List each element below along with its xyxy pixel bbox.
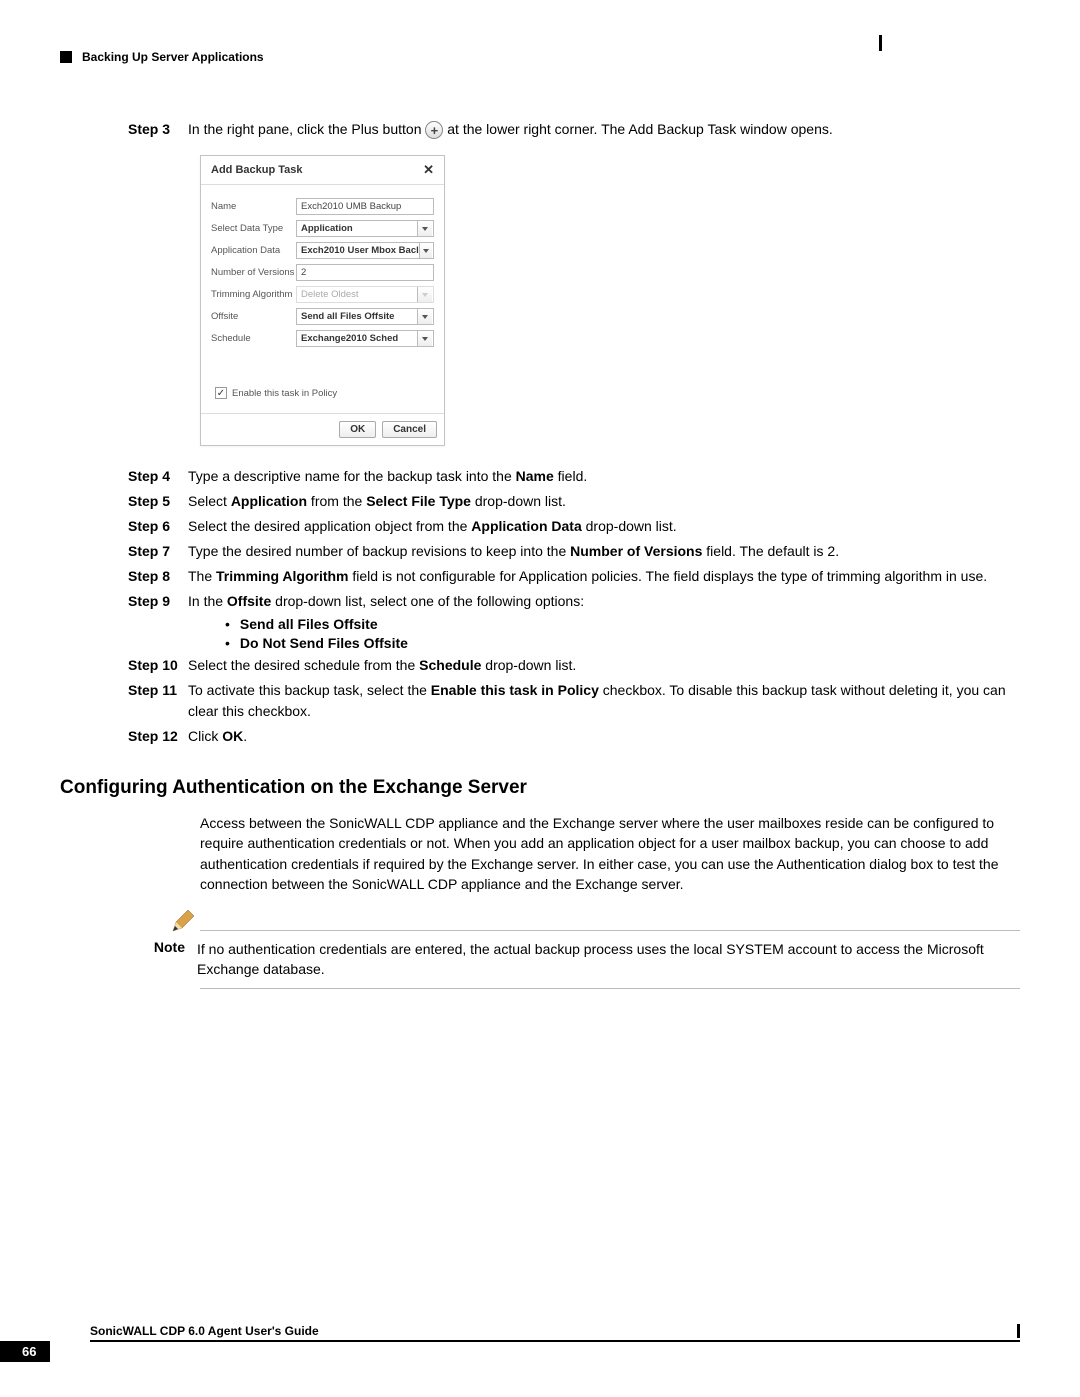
select-data-type-dropdown[interactable]: Application <box>296 220 434 237</box>
name-label: Name <box>211 201 296 212</box>
enable-policy-row: ✓ Enable this task in Policy <box>215 387 434 399</box>
list-item: •Do Not Send Files Offsite <box>225 635 1020 651</box>
step-label: Step 12 <box>128 726 188 747</box>
number-versions-label: Number of Versions <box>211 267 296 278</box>
trimming-dropdown: Delete Oldest <box>296 286 434 303</box>
schedule-label: Schedule <box>211 333 296 344</box>
step-11: Step 11 To activate this backup task, se… <box>128 680 1020 722</box>
note-rule-top <box>200 930 1020 931</box>
chevron-down-icon <box>417 331 432 346</box>
list-item: •Send all Files Offsite <box>225 616 1020 632</box>
chevron-down-icon <box>419 243 432 258</box>
header-square-icon <box>60 51 72 63</box>
enable-policy-checkbox[interactable]: ✓ <box>215 387 227 399</box>
footer-crop-mark <box>1017 1324 1020 1338</box>
offsite-label: Offsite <box>211 311 296 322</box>
dialog-titlebar: Add Backup Task ✕ <box>201 156 444 185</box>
step-12: Step 12 Click OK. <box>128 726 1020 747</box>
offsite-options-list: •Send all Files Offsite •Do Not Send Fil… <box>225 616 1020 651</box>
step-text: In the right pane, click the Plus button… <box>188 119 1020 140</box>
step-label: Step 3 <box>128 119 188 140</box>
step-label: Step 5 <box>128 491 188 512</box>
schedule-dropdown[interactable]: Exchange2010 Sched <box>296 330 434 347</box>
step-text: The Trimming Algorithm field is not conf… <box>188 566 1020 587</box>
step3-text-after: at the lower right corner. The Add Backu… <box>447 121 833 137</box>
note-block: Note If no authentication credentials ar… <box>140 908 1020 989</box>
step-8: Step 8 The Trimming Algorithm field is n… <box>128 566 1020 587</box>
step-text: Click OK. <box>188 726 1020 747</box>
application-data-label: Application Data <box>211 245 296 256</box>
note-rule-bottom <box>200 988 1020 989</box>
step-10: Step 10 Select the desired schedule from… <box>128 655 1020 676</box>
dialog-body: Name Exch2010 UMB Backup Select Data Typ… <box>201 185 444 413</box>
step-text: In the Offsite drop-down list, select on… <box>188 591 1020 612</box>
select-data-type-label: Select Data Type <box>211 223 296 234</box>
page-footer: SonicWALL CDP 6.0 Agent User's Guide 66 <box>0 1324 1020 1362</box>
step-6: Step 6 Select the desired application ob… <box>128 516 1020 537</box>
step-text: To activate this backup task, select the… <box>188 680 1020 722</box>
step-3: Step 3 In the right pane, click the Plus… <box>128 119 1020 140</box>
page-number: 66 <box>0 1341 50 1362</box>
enable-policy-label: Enable this task in Policy <box>232 388 337 399</box>
chapter-header: Backing Up Server Applications <box>60 50 1020 64</box>
cancel-button[interactable]: Cancel <box>382 421 437 438</box>
application-data-dropdown[interactable]: Exch2010 User Mbox Bacl <box>296 242 434 259</box>
offsite-dropdown[interactable]: Send all Files Offsite <box>296 308 434 325</box>
pencil-icon <box>170 908 196 934</box>
step-label: Step 6 <box>128 516 188 537</box>
dialog-title: Add Backup Task <box>211 164 303 176</box>
step-4: Step 4 Type a descriptive name for the b… <box>128 466 1020 487</box>
step-5: Step 5 Select Application from the Selec… <box>128 491 1020 512</box>
step-label: Step 4 <box>128 466 188 487</box>
ok-button[interactable]: OK <box>339 421 376 438</box>
step-label: Step 11 <box>128 680 188 722</box>
plus-icon: + <box>425 121 443 139</box>
guide-title: SonicWALL CDP 6.0 Agent User's Guide <box>90 1324 1020 1342</box>
add-backup-task-dialog: Add Backup Task ✕ Name Exch2010 UMB Back… <box>200 155 445 446</box>
close-icon[interactable]: ✕ <box>423 162 434 178</box>
trimming-label: Trimming Algorithm <box>211 289 296 300</box>
step-label: Step 9 <box>128 591 188 612</box>
step-text: Select the desired application object fr… <box>188 516 1020 537</box>
number-versions-field[interactable]: 2 <box>296 264 434 281</box>
chevron-down-icon <box>417 221 432 236</box>
note-text: If no authentication credentials are ent… <box>197 939 1020 980</box>
crop-mark <box>879 35 882 51</box>
step-label: Step 8 <box>128 566 188 587</box>
step-text: Type a descriptive name for the backup t… <box>188 466 1020 487</box>
chevron-down-icon <box>417 309 432 324</box>
step-text: Select Application from the Select File … <box>188 491 1020 512</box>
step-text: Select the desired schedule from the Sch… <box>188 655 1020 676</box>
section-paragraph: Access between the SonicWALL CDP applian… <box>200 813 1020 894</box>
step-text: Type the desired number of backup revisi… <box>188 541 1020 562</box>
step-label: Step 7 <box>128 541 188 562</box>
chevron-down-icon <box>417 287 432 302</box>
note-label: Note <box>140 939 185 955</box>
name-field[interactable]: Exch2010 UMB Backup <box>296 198 434 215</box>
step-label: Step 10 <box>128 655 188 676</box>
chapter-title: Backing Up Server Applications <box>82 50 264 64</box>
step-7: Step 7 Type the desired number of backup… <box>128 541 1020 562</box>
section-heading: Configuring Authentication on the Exchan… <box>60 777 1020 799</box>
dialog-footer: OK Cancel <box>201 413 444 445</box>
step3-text-before: In the right pane, click the Plus button <box>188 121 425 137</box>
step-9: Step 9 In the Offsite drop-down list, se… <box>128 591 1020 612</box>
